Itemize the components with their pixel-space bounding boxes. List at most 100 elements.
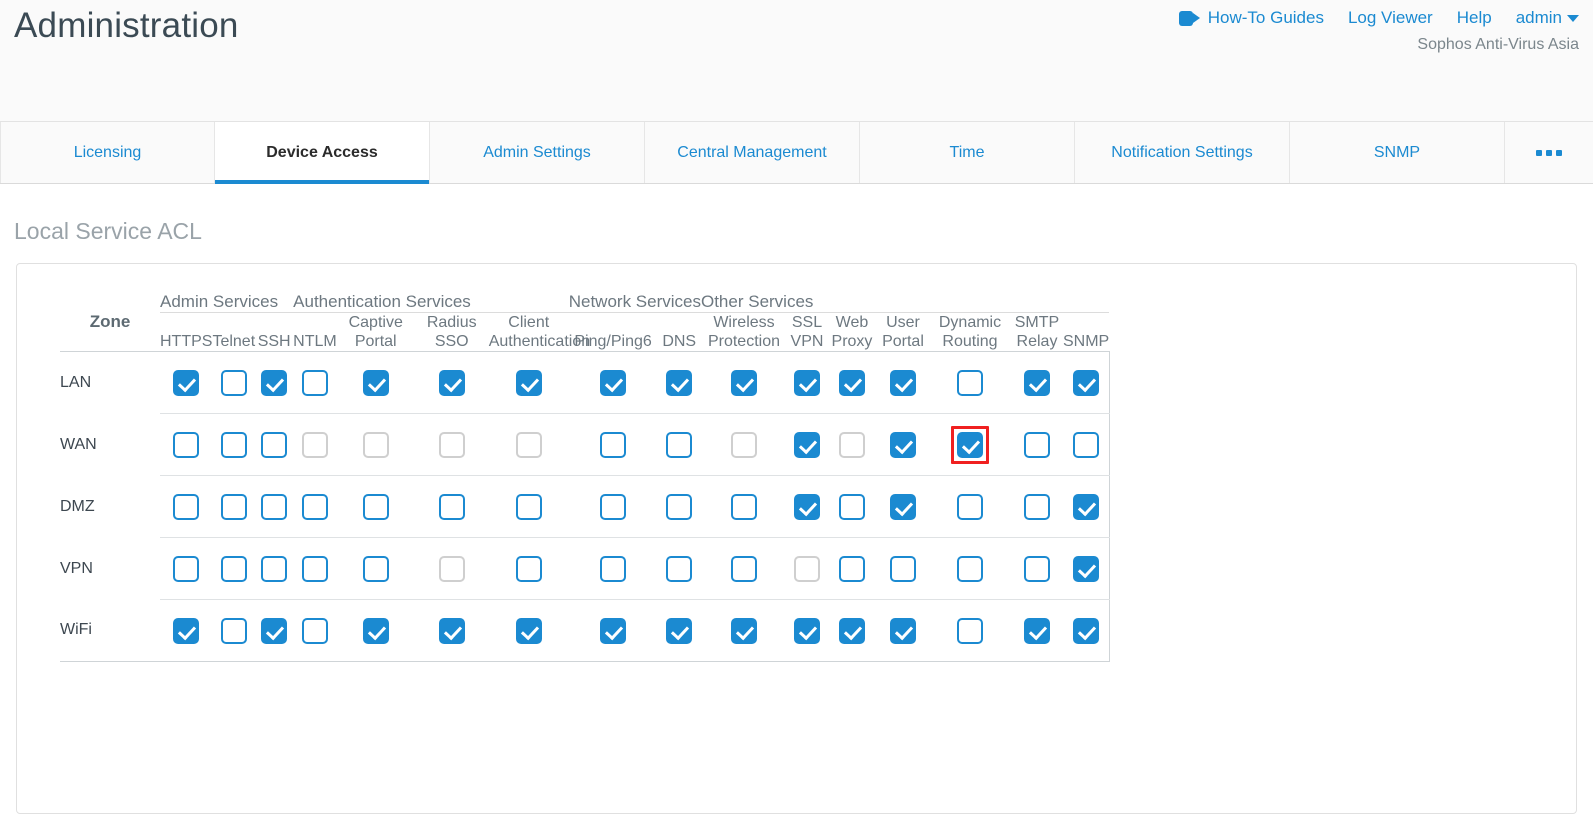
checkbox-dmz-radius-sso[interactable] xyxy=(439,494,465,520)
column-header-radius-sso: Radius SSO xyxy=(415,313,489,352)
checkbox-lan-wireless-protection[interactable] xyxy=(731,370,757,396)
checkbox-lan-radius-sso[interactable] xyxy=(439,370,465,396)
checkbox-lan-ntlm[interactable] xyxy=(302,370,328,396)
checkbox-wan-user-portal[interactable] xyxy=(890,432,916,458)
checkbox-wifi-captive-portal[interactable] xyxy=(363,618,389,644)
how-to-guides-link[interactable]: How-To Guides xyxy=(1179,8,1324,28)
checkbox-lan-ping-ping6[interactable] xyxy=(600,370,626,396)
checkbox-vpn-dns[interactable] xyxy=(666,556,692,582)
checkbox-dmz-web-proxy[interactable] xyxy=(839,494,865,520)
checkbox-wan-captive-portal xyxy=(363,432,389,458)
checkbox-wan-telnet[interactable] xyxy=(221,432,247,458)
tab-snmp[interactable]: SNMP xyxy=(1290,122,1505,183)
checkbox-vpn-web-proxy[interactable] xyxy=(839,556,865,582)
checkbox-wifi-smtp-relay[interactable] xyxy=(1024,618,1050,644)
checkbox-dmz-captive-portal[interactable] xyxy=(363,494,389,520)
admin-menu[interactable]: admin xyxy=(1516,8,1579,28)
checkbox-dmz-ntlm[interactable] xyxy=(302,494,328,520)
checkbox-vpn-https[interactable] xyxy=(173,556,199,582)
checkbox-wrap xyxy=(510,426,548,464)
checkbox-vpn-ssh[interactable] xyxy=(261,556,287,582)
checkbox-wan-dynamic-routing[interactable] xyxy=(957,432,983,458)
checkbox-wan-ping-ping6[interactable] xyxy=(600,432,626,458)
checkbox-lan-ssh[interactable] xyxy=(261,370,287,396)
checkbox-wrap xyxy=(1018,488,1056,526)
tab-notification-settings[interactable]: Notification Settings xyxy=(1075,122,1290,183)
tab-overflow-button[interactable] xyxy=(1505,122,1593,183)
checkbox-dmz-https[interactable] xyxy=(173,494,199,520)
cell-dmz-user-portal xyxy=(877,476,929,538)
tab-licensing[interactable]: Licensing xyxy=(0,122,215,183)
checkbox-wifi-dns[interactable] xyxy=(666,618,692,644)
checkbox-dmz-ping-ping6[interactable] xyxy=(600,494,626,520)
cell-wan-web-proxy xyxy=(827,414,877,476)
checkbox-wifi-dynamic-routing[interactable] xyxy=(957,618,983,644)
checkbox-dmz-dynamic-routing[interactable] xyxy=(957,494,983,520)
checkbox-lan-https[interactable] xyxy=(173,370,199,396)
checkbox-wifi-https[interactable] xyxy=(173,618,199,644)
checkbox-lan-dns[interactable] xyxy=(666,370,692,396)
checkbox-lan-captive-portal[interactable] xyxy=(363,370,389,396)
checkbox-vpn-client-authentication[interactable] xyxy=(516,556,542,582)
checkbox-wrap xyxy=(1067,550,1105,588)
checkbox-wan-ssl-vpn[interactable] xyxy=(794,432,820,458)
checkbox-vpn-captive-portal[interactable] xyxy=(363,556,389,582)
checkbox-dmz-ssh[interactable] xyxy=(261,494,287,520)
checkbox-wan-snmp[interactable] xyxy=(1073,432,1099,458)
checkbox-dmz-client-authentication[interactable] xyxy=(516,494,542,520)
checkbox-vpn-telnet[interactable] xyxy=(221,556,247,582)
checkbox-lan-client-authentication[interactable] xyxy=(516,370,542,396)
cell-vpn-https xyxy=(160,538,212,600)
checkbox-dmz-smtp-relay[interactable] xyxy=(1024,494,1050,520)
checkbox-lan-telnet[interactable] xyxy=(221,370,247,396)
checkbox-vpn-smtp-relay[interactable] xyxy=(1024,556,1050,582)
checkbox-wan-https[interactable] xyxy=(173,432,199,458)
tab-admin-settings[interactable]: Admin Settings xyxy=(430,122,645,183)
checkbox-dmz-wireless-protection[interactable] xyxy=(731,494,757,520)
cell-wan-radius-sso xyxy=(415,414,489,476)
tab-time[interactable]: Time xyxy=(860,122,1075,183)
checkbox-wifi-telnet[interactable] xyxy=(221,618,247,644)
checkbox-vpn-ping-ping6[interactable] xyxy=(600,556,626,582)
checkbox-wifi-client-authentication[interactable] xyxy=(516,618,542,644)
checkbox-wifi-ssh[interactable] xyxy=(261,618,287,644)
checkbox-dmz-dns[interactable] xyxy=(666,494,692,520)
checkbox-wan-dns[interactable] xyxy=(666,432,692,458)
checkbox-lan-ssl-vpn[interactable] xyxy=(794,370,820,396)
checkbox-wan-ssh[interactable] xyxy=(261,432,287,458)
checkbox-dmz-telnet[interactable] xyxy=(221,494,247,520)
checkbox-vpn-dynamic-routing[interactable] xyxy=(957,556,983,582)
checkbox-wifi-snmp[interactable] xyxy=(1073,618,1099,644)
checkbox-vpn-wireless-protection[interactable] xyxy=(731,556,757,582)
checkbox-lan-smtp-relay[interactable] xyxy=(1024,370,1050,396)
checkbox-vpn-snmp[interactable] xyxy=(1073,556,1099,582)
tab-label: Central Management xyxy=(677,144,826,162)
checkbox-wrap xyxy=(660,426,698,464)
checkbox-vpn-ntlm[interactable] xyxy=(302,556,328,582)
checkbox-wifi-wireless-protection[interactable] xyxy=(731,618,757,644)
tab-central-management[interactable]: Central Management xyxy=(645,122,860,183)
how-to-guides-label: How-To Guides xyxy=(1208,8,1324,28)
checkbox-dmz-snmp[interactable] xyxy=(1073,494,1099,520)
help-link[interactable]: Help xyxy=(1457,8,1492,28)
checkbox-wifi-web-proxy[interactable] xyxy=(839,618,865,644)
checkbox-wifi-radius-sso[interactable] xyxy=(439,618,465,644)
checkbox-wifi-ntlm[interactable] xyxy=(302,618,328,644)
tab-device-access[interactable]: Device Access xyxy=(215,122,430,183)
cell-lan-smtp-relay xyxy=(1011,352,1063,414)
checkbox-wifi-ssl-vpn[interactable] xyxy=(794,618,820,644)
checkbox-lan-snmp[interactable] xyxy=(1073,370,1099,396)
checkbox-wrap xyxy=(510,488,548,526)
checkbox-dmz-ssl-vpn[interactable] xyxy=(794,494,820,520)
checkbox-wan-smtp-relay[interactable] xyxy=(1024,432,1050,458)
checkbox-wifi-ping-ping6[interactable] xyxy=(600,618,626,644)
checkbox-lan-web-proxy[interactable] xyxy=(839,370,865,396)
column-header-ssl-vpn: SSL VPN xyxy=(787,313,827,352)
checkbox-vpn-user-portal[interactable] xyxy=(890,556,916,582)
log-viewer-link[interactable]: Log Viewer xyxy=(1348,8,1433,28)
checkbox-lan-user-portal[interactable] xyxy=(890,370,916,396)
checkbox-lan-dynamic-routing[interactable] xyxy=(957,370,983,396)
cell-wan-telnet xyxy=(212,414,255,476)
checkbox-dmz-user-portal[interactable] xyxy=(890,494,916,520)
checkbox-wifi-user-portal[interactable] xyxy=(890,618,916,644)
